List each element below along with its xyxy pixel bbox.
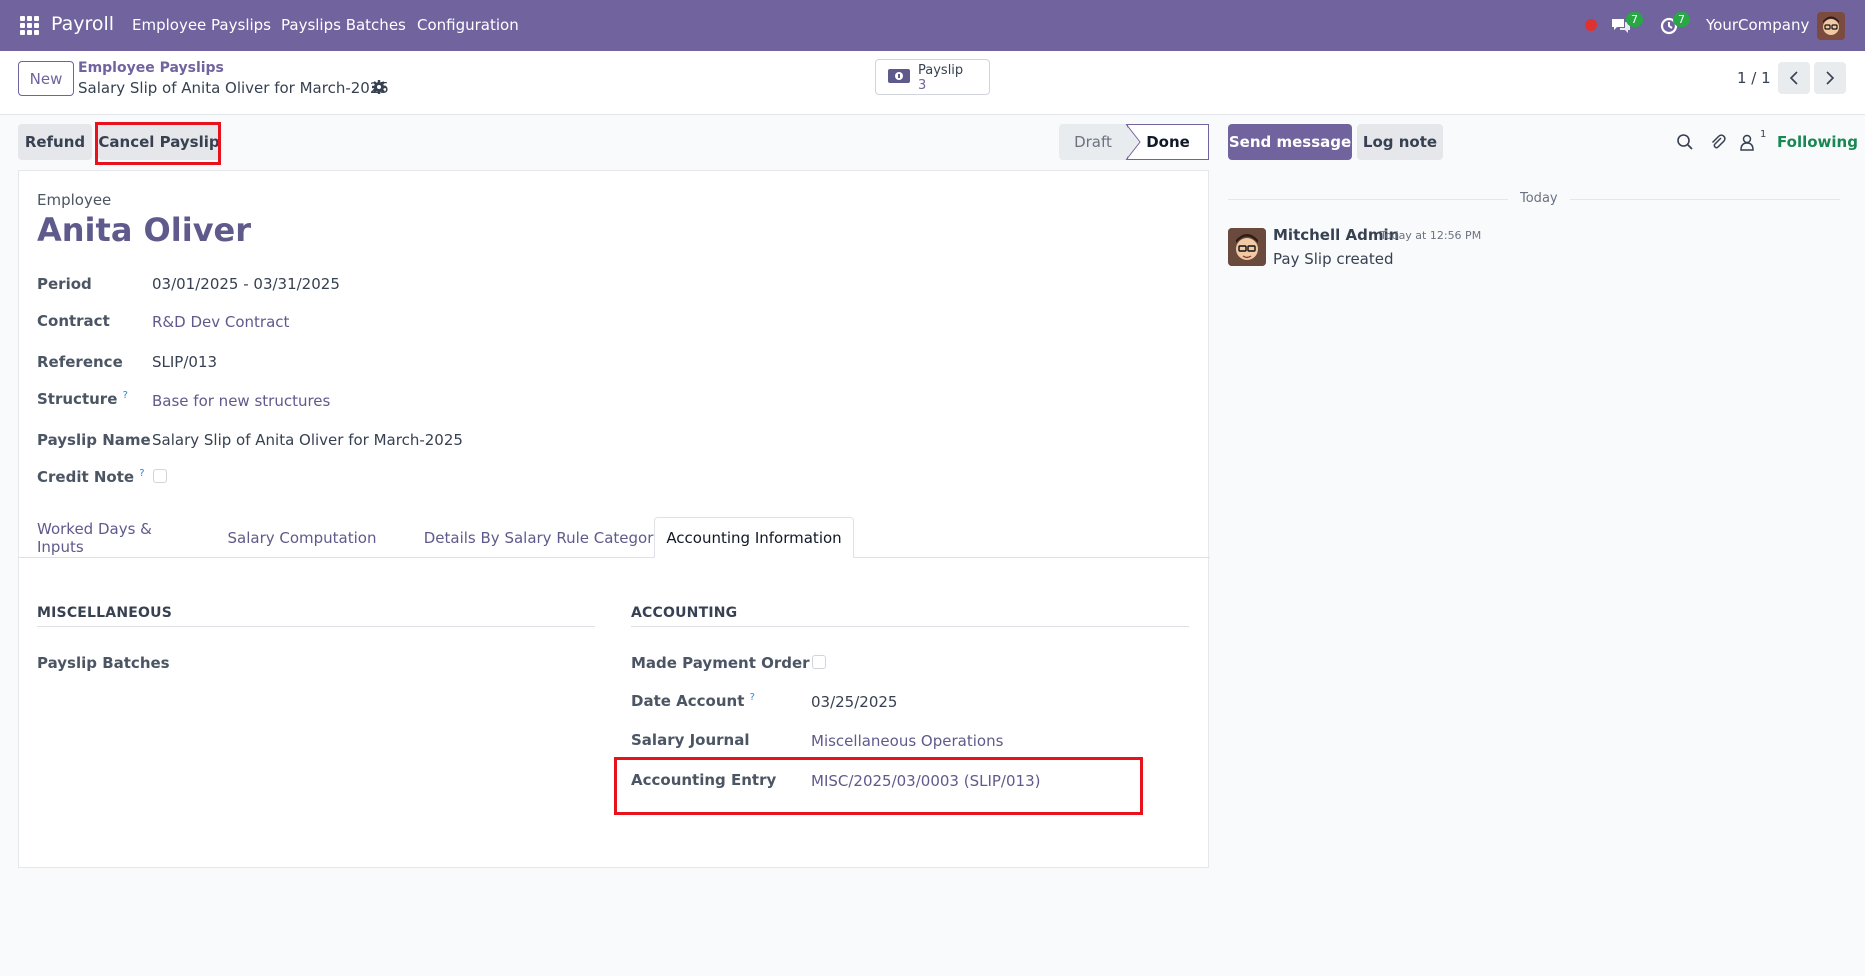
date-account-value[interactable]: 03/25/2025 xyxy=(811,693,897,711)
reference-label: Reference xyxy=(37,353,123,371)
status-draft[interactable]: Draft xyxy=(1059,124,1127,160)
refund-button[interactable]: Refund xyxy=(18,124,92,160)
miscellaneous-title: MISCELLANEOUS xyxy=(37,605,172,621)
employee-label: Employee xyxy=(37,191,112,209)
top-navbar: Payroll Employee Payslips Payslips Batch… xyxy=(0,0,1865,51)
company-switcher[interactable]: YourCompany xyxy=(1706,16,1809,34)
tab-accounting-information[interactable]: Accounting Information xyxy=(654,517,854,558)
period-value[interactable]: 03/01/2025 - 03/31/2025 xyxy=(152,275,340,293)
help-icon[interactable]: ? xyxy=(139,468,144,479)
money-icon xyxy=(887,68,911,84)
structure-link[interactable]: Base for new structures xyxy=(152,392,330,410)
message-body: Pay Slip created xyxy=(1273,250,1394,268)
payslip-batches-label: Payslip Batches xyxy=(37,654,170,672)
smart-button-value: 3 xyxy=(918,78,927,93)
search-icon[interactable] xyxy=(1676,133,1694,151)
send-message-button[interactable]: Send message xyxy=(1228,124,1352,160)
date-separator-line-right xyxy=(1570,199,1840,200)
reference-value[interactable]: SLIP/013 xyxy=(152,353,217,371)
chevron-right-icon xyxy=(1826,71,1835,85)
contract-label: Contract xyxy=(37,312,110,330)
help-icon[interactable]: ? xyxy=(750,692,755,703)
credit-note-label: Credit Note ? xyxy=(37,468,145,486)
payment-order-label: Made Payment Order ? xyxy=(631,654,824,672)
pager-next-button[interactable] xyxy=(1814,62,1846,94)
date-account-label: Date Account ? xyxy=(631,692,755,710)
highlight-box-accounting-entry xyxy=(614,757,1143,815)
contract-link[interactable]: R&D Dev Contract xyxy=(152,313,289,331)
accounting-title: ACCOUNTING xyxy=(631,605,738,621)
follower-count: 1 xyxy=(1760,129,1767,140)
tab-salary-computation[interactable]: Salary Computation xyxy=(222,517,382,558)
smart-button-label: Payslip xyxy=(918,63,964,78)
message-time: Today at 12:56 PM xyxy=(1380,229,1482,242)
salary-journal-label: Salary Journal xyxy=(631,731,750,749)
chevron-left-icon xyxy=(1789,71,1798,85)
following-button[interactable]: Following xyxy=(1777,133,1858,151)
paperclip-icon[interactable] xyxy=(1709,133,1727,151)
menu-employee-payslips[interactable]: Employee Payslips xyxy=(132,16,271,34)
miscellaneous-divider xyxy=(37,626,595,627)
status-arrow-icon xyxy=(1125,124,1141,160)
new-button[interactable]: New xyxy=(18,61,74,96)
status-dot-icon[interactable] xyxy=(1585,19,1597,31)
payslip-name-label: Payslip Name xyxy=(37,431,151,449)
salary-journal-link[interactable]: Miscellaneous Operations xyxy=(811,732,1003,750)
notebook-tabs: Worked Days & Inputs Salary Computation … xyxy=(19,517,1210,558)
date-account-label-text: Date Account xyxy=(631,692,745,710)
credit-note-checkbox[interactable] xyxy=(153,469,167,483)
avatar[interactable] xyxy=(1228,228,1266,266)
menu-configuration[interactable]: Configuration xyxy=(417,16,519,34)
breadcrumb-employee-payslips[interactable]: Employee Payslips xyxy=(78,60,224,76)
period-label: Period xyxy=(37,275,92,293)
payslip-name-value[interactable]: Salary Slip of Anita Oliver for March-20… xyxy=(152,431,463,449)
messages-badge: 7 xyxy=(1626,12,1643,27)
pager-previous-button[interactable] xyxy=(1778,62,1810,94)
payslip-smart-button[interactable]: Payslip 3 xyxy=(875,59,990,95)
tab-worked-days-inputs[interactable]: Worked Days & Inputs xyxy=(37,517,203,558)
log-note-button[interactable]: Log note xyxy=(1357,124,1443,160)
highlight-box-cancel xyxy=(95,122,221,165)
breadcrumb-current-record: Salary Slip of Anita Oliver for March-20… xyxy=(78,79,389,97)
credit-note-label-text: Credit Note xyxy=(37,468,135,486)
tab-details-by-salary-rule-category[interactable]: Details By Salary Rule Category xyxy=(414,517,672,558)
user-follower-icon[interactable] xyxy=(1738,133,1756,151)
gear-icon[interactable] xyxy=(371,79,387,95)
structure-label-text: Structure xyxy=(37,390,118,408)
activities-badge: 7 xyxy=(1673,12,1690,27)
accounting-divider xyxy=(631,626,1189,627)
structure-label: Structure ? xyxy=(37,390,128,408)
help-icon[interactable]: ? xyxy=(123,390,128,401)
control-panel: New Employee Payslips Salary Slip of Ani… xyxy=(0,51,1865,115)
app-grid-icon[interactable] xyxy=(20,16,39,35)
date-separator: Today xyxy=(1520,191,1558,206)
app-name[interactable]: Payroll xyxy=(51,13,114,35)
date-separator-line-left xyxy=(1228,199,1508,200)
pager-value[interactable]: 1 / 1 xyxy=(1737,69,1771,87)
employee-name[interactable]: Anita Oliver xyxy=(37,211,251,249)
user-avatar[interactable] xyxy=(1817,12,1845,40)
payment-order-checkbox[interactable] xyxy=(812,655,826,669)
menu-payslips-batches[interactable]: Payslips Batches xyxy=(281,16,406,34)
